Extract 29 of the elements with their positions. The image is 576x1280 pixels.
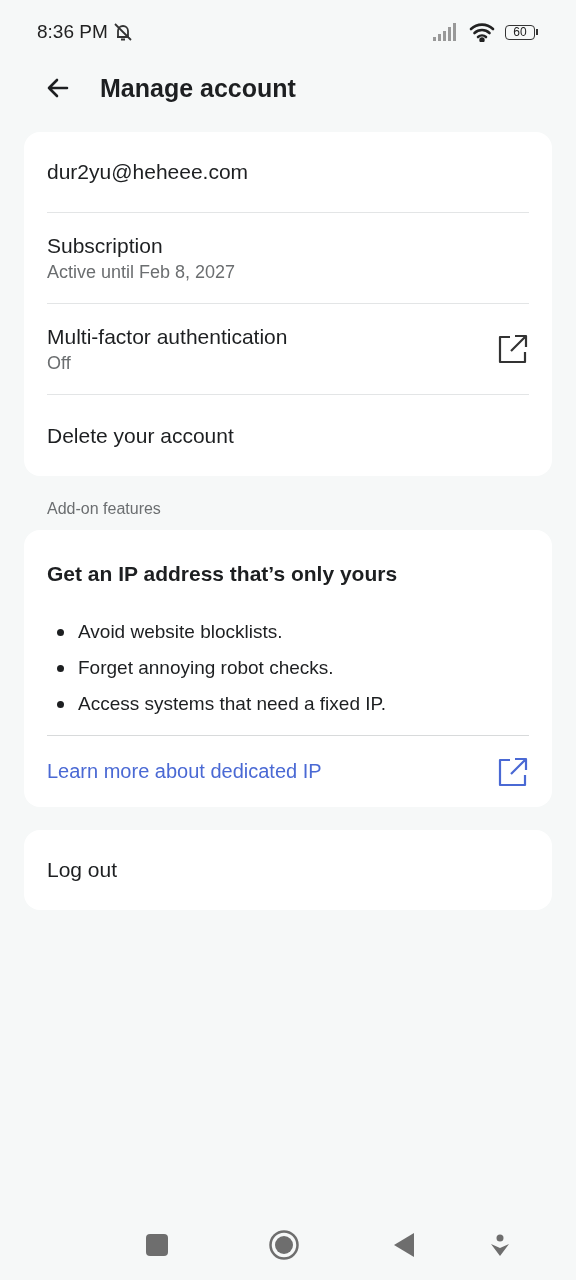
row-title[interactable]: dur2yu@heheee.com [47, 160, 529, 184]
row-subtitle: Active until Feb 8, 2027 [47, 261, 237, 283]
row-subtitle: Off [47, 352, 72, 374]
learn-more-link[interactable]: Learn more about dedicated IP [47, 760, 322, 783]
section-label: Add-on features [47, 500, 162, 518]
back-icon[interactable] [394, 1233, 416, 1257]
bullet-icon [57, 700, 64, 708]
clock-time: 8:36 PM [37, 21, 108, 43]
bullet-text: Forget annoying robot checks. [78, 657, 334, 679]
recent-apps-icon[interactable] [146, 1234, 168, 1256]
wifi-icon [469, 22, 495, 42]
home-icon[interactable] [269, 1230, 299, 1260]
bullet-text: Access systems that need a fixed IP. [78, 693, 387, 715]
external-link-icon[interactable] [497, 333, 529, 365]
row-title[interactable]: Delete your account [47, 423, 529, 448]
back-arrow-icon [47, 78, 69, 98]
screen-title: Manage account [100, 73, 296, 103]
card-title: Get an IP address that’s only yours [47, 562, 399, 586]
log-out-button[interactable]: Log out [24, 830, 552, 910]
bullet-icon [57, 628, 64, 636]
bullet-text: Avoid website blocklists. [78, 621, 283, 643]
row-title[interactable]: Subscription [47, 233, 529, 258]
battery-icon: 60 [505, 24, 538, 40]
row-title[interactable]: Multi-factor authentication [47, 324, 497, 349]
back-button[interactable] [47, 78, 69, 98]
muted-bell-icon [111, 22, 134, 42]
bullet-icon [57, 664, 64, 672]
signal-icon [433, 23, 459, 41]
download-icon[interactable] [491, 1234, 509, 1256]
